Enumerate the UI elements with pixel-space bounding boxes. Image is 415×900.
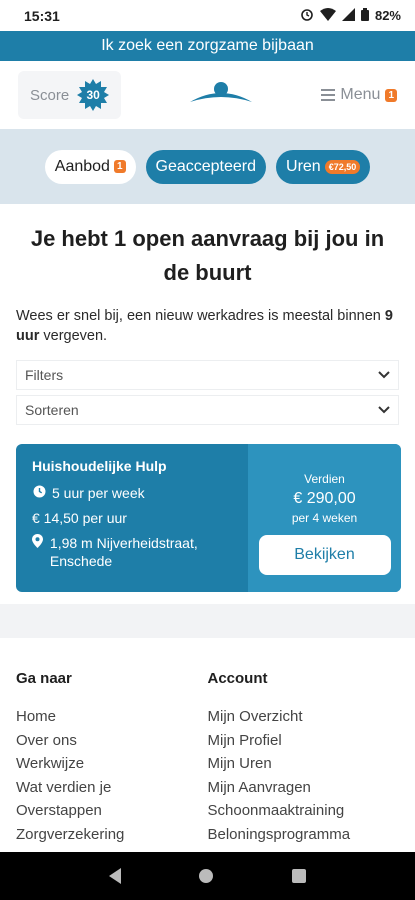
job-location-text: 1,98 m Nijverheidstraat, Enschede <box>49 535 198 569</box>
location-pin-icon <box>32 534 44 552</box>
hamburger-icon <box>321 89 336 101</box>
battery-icon <box>360 7 369 24</box>
sort-dropdown[interactable]: Sorteren <box>16 395 399 425</box>
earn-amount: € 290,00 <box>293 490 356 507</box>
footer-col-title: Account <box>207 670 268 687</box>
footer-link-beloningsprogramma[interactable]: Beloningsprogramma <box>208 823 400 847</box>
tab-uren[interactable]: Uren €72,50 <box>276 149 371 184</box>
filters-dropdown[interactable]: Filters <box>16 360 399 390</box>
footer-link-home[interactable]: Home <box>16 705 208 729</box>
footer-link-aanvragen[interactable]: Mijn Aanvragen <box>208 776 400 800</box>
tab-badge: 1 <box>113 160 126 173</box>
clock-icon <box>32 484 46 502</box>
signal-icon <box>341 7 355 24</box>
filters-label: Filters <box>25 367 64 383</box>
footer-link-profiel[interactable]: Mijn Profiel <box>208 729 400 753</box>
view-job-button[interactable]: Bekijken <box>258 535 391 575</box>
recent-apps-icon[interactable] <box>291 869 306 883</box>
footer-col-title: Ga naar <box>16 670 72 687</box>
footer-link-werkwijze[interactable]: Werkwijze <box>16 752 208 776</box>
menu-button[interactable]: Menu 1 <box>321 86 397 104</box>
tab-label: Uren <box>286 157 321 175</box>
app-header: Score 30 Menu 1 <box>0 61 415 129</box>
status-icons: 82% <box>300 7 401 24</box>
job-location: 1,98 m Nijverheidstraat, Enschede <box>32 534 232 570</box>
sort-label: Sorteren <box>25 402 79 418</box>
job-card[interactable]: Huishoudelijke Hulp 5 uur per week € 14,… <box>16 444 401 592</box>
logo-icon <box>190 81 253 102</box>
footer-link-uren[interactable]: Mijn Uren <box>208 752 400 776</box>
job-earnings: Verdien € 290,00 per 4 weken Bekijken <box>248 444 401 592</box>
footer-link-wat-verdien-je[interactable]: Wat verdien je <box>16 776 208 800</box>
tab-aanbod[interactable]: Aanbod 1 <box>44 149 136 184</box>
footer-link-overstappen[interactable]: Overstappen <box>16 799 208 823</box>
system-nav-bar <box>0 852 415 900</box>
back-icon[interactable] <box>109 868 122 884</box>
footer-link-over-ons[interactable]: Over ons <box>16 729 208 753</box>
chevron-down-icon <box>378 371 390 379</box>
tab-label: Geaccepteerd <box>155 157 257 175</box>
job-rate-text: € 14,50 per uur <box>32 510 127 526</box>
footer-account-column: Account Mijn Overzicht Mijn Profiel Mijn… <box>208 670 400 852</box>
page-title: Je hebt 1 open aanvraag bij jou in de bu… <box>30 226 385 285</box>
earn-period: per 4 weken <box>291 511 358 525</box>
status-time: 15:31 <box>24 7 60 24</box>
brand-logo[interactable] <box>188 78 254 113</box>
chevron-down-icon <box>378 406 390 414</box>
home-icon[interactable] <box>199 869 214 883</box>
menu-label: Menu <box>340 86 381 103</box>
battery-percent: 82% <box>374 8 401 23</box>
footer-nav-column: Ga naar Home Over ons Werkwijze Wat verd… <box>16 670 208 852</box>
job-hours: 5 uur per week <box>32 484 232 502</box>
footer-link-schoonmaaktraining[interactable]: Schoonmaaktraining <box>208 799 400 823</box>
earn-label: Verdien <box>304 472 345 486</box>
alarm-icon <box>300 7 314 24</box>
main-content: Je hebt 1 open aanvraag bij jou in de bu… <box>0 204 415 604</box>
intro-post: vergeven. <box>39 328 108 344</box>
footer-link-overzicht[interactable]: Mijn Overzicht <box>208 705 400 729</box>
job-rate: € 14,50 per uur <box>32 509 232 527</box>
score-box[interactable]: Score 30 <box>18 71 122 119</box>
tab-bar: Aanbod 1 Geaccepteerd Uren €72,50 <box>0 129 415 204</box>
job-details: Huishoudelijke Hulp 5 uur per week € 14,… <box>16 444 248 592</box>
tab-geaccepteerd[interactable]: Geaccepteerd <box>145 149 267 184</box>
tab-label: Aanbod <box>54 157 110 175</box>
job-hours-text: 5 uur per week <box>52 485 145 501</box>
footer-link-zorgverzekering[interactable]: Zorgverzekering <box>16 823 208 847</box>
intro-pre: Wees er snel bij, een nieuw werkadres is… <box>16 308 385 324</box>
score-badge: 30 <box>77 79 110 111</box>
score-value: 30 <box>86 88 100 102</box>
status-bar: 15:31 82% <box>0 0 415 31</box>
job-title: Huishoudelijke Hulp <box>32 458 167 474</box>
wifi-icon <box>319 7 336 24</box>
footer: Ga naar Home Over ons Werkwijze Wat verd… <box>0 638 415 852</box>
tab-badge: €72,50 <box>324 159 361 174</box>
intro-text: Wees er snel bij, een nieuw werkadres is… <box>16 306 399 346</box>
role-banner[interactable]: Ik zoek een zorgzame bijbaan <box>0 31 415 61</box>
score-label: Score <box>30 86 70 104</box>
menu-badge: 1 <box>385 88 397 102</box>
